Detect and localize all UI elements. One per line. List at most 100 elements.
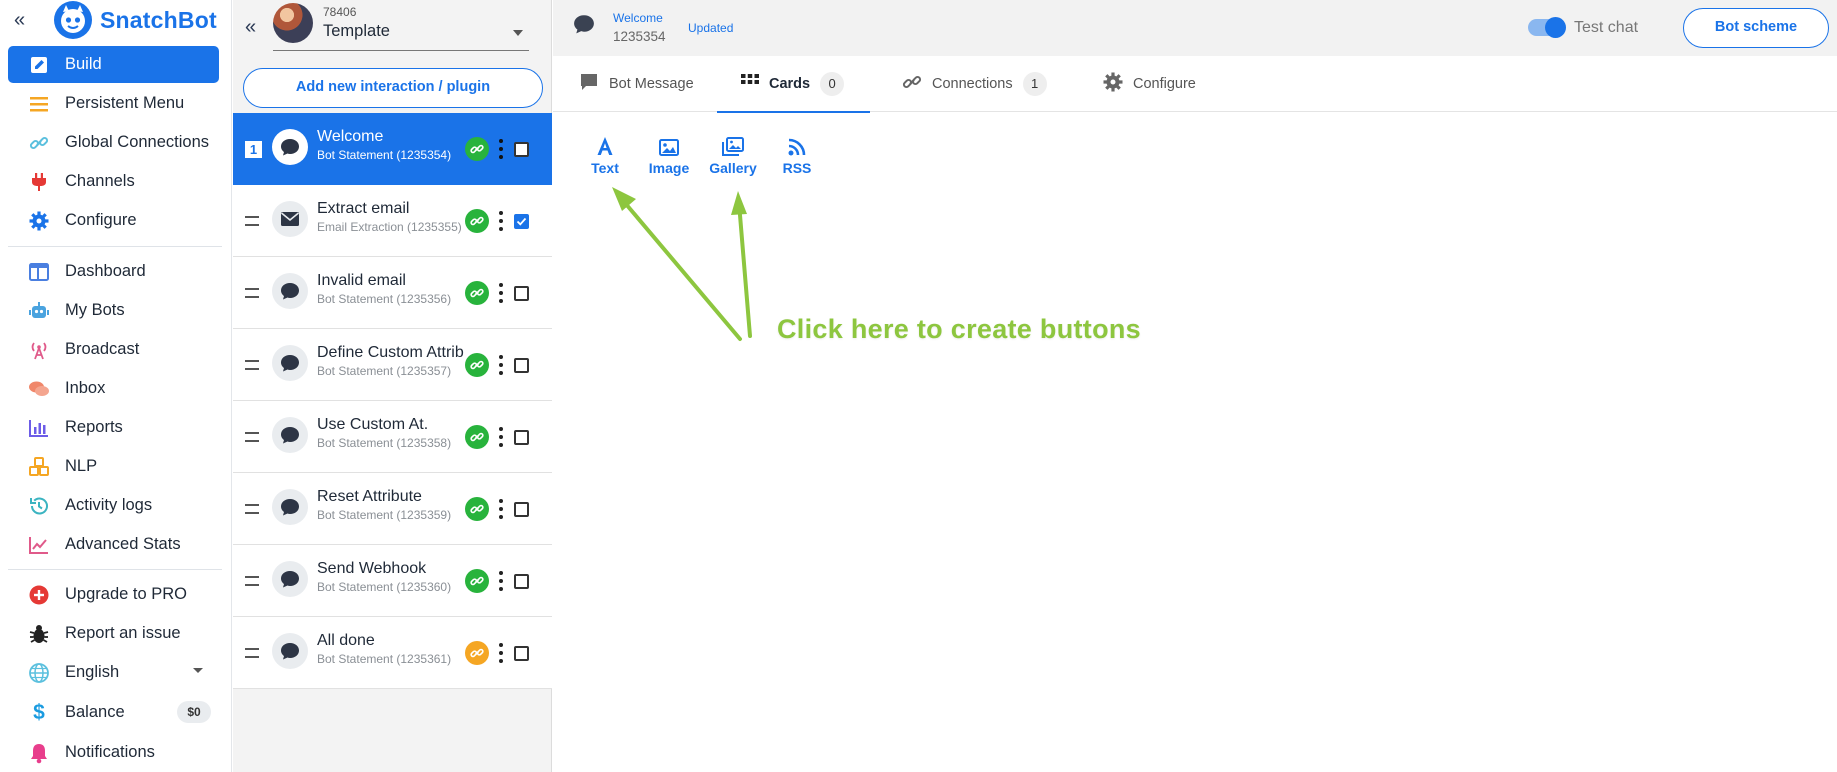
- double-chevron-left-icon[interactable]: «: [245, 16, 256, 39]
- link-icon[interactable]: [465, 353, 489, 377]
- bot-select[interactable]: Template: [323, 22, 390, 41]
- sidebar-item-configure[interactable]: Configure: [8, 202, 219, 239]
- sidebar-item-global-connections[interactable]: Global Connections: [8, 124, 219, 161]
- sidebar-item-persistent-menu[interactable]: Persistent Menu: [8, 85, 219, 122]
- double-chevron-left-icon[interactable]: «: [14, 8, 34, 32]
- drag-handle-icon[interactable]: [245, 576, 259, 586]
- drag-handle-icon[interactable]: [245, 360, 259, 370]
- drag-handle-icon[interactable]: [245, 648, 259, 658]
- bot-scheme-button[interactable]: Bot scheme: [1683, 8, 1829, 48]
- sidebar-item-report-issue[interactable]: Report an issue: [8, 615, 219, 652]
- list-item[interactable]: Send Webhook Bot Statement (1235360): [233, 545, 552, 617]
- link-icon[interactable]: [465, 281, 489, 305]
- sidebar-divider: [8, 246, 222, 247]
- bot-id: 78406: [323, 5, 357, 19]
- annotation-arrows: [612, 187, 752, 341]
- more-vertical-icon[interactable]: [499, 139, 503, 159]
- tab-connections[interactable]: Connections 1: [902, 56, 1047, 112]
- add-interaction-button[interactable]: Add new interaction / plugin: [243, 68, 543, 108]
- more-vertical-icon[interactable]: [499, 571, 503, 591]
- card-gallery-button[interactable]: Gallery: [701, 132, 765, 176]
- robot-icon: [27, 299, 51, 323]
- select-checkbox[interactable]: [514, 142, 529, 157]
- sidebar-item-my-bots[interactable]: My Bots: [8, 292, 219, 329]
- test-chat-toggle[interactable]: [1528, 17, 1566, 38]
- interaction-name: Reset Attribute: [317, 488, 422, 505]
- sidebar-item-nlp[interactable]: NLP: [8, 448, 219, 485]
- sidebar-item-reports[interactable]: Reports: [8, 409, 219, 446]
- save-status: Updated: [688, 21, 734, 35]
- select-checkbox[interactable]: [514, 502, 529, 517]
- link-icon[interactable]: [465, 137, 489, 161]
- order-badge: 1: [245, 141, 262, 158]
- drag-handle-icon[interactable]: [245, 432, 259, 442]
- list-item[interactable]: Reset Attribute Bot Statement (1235359): [233, 473, 552, 545]
- interaction-id: 1235354: [613, 29, 666, 44]
- brand-name[interactable]: SnatchBot: [100, 7, 217, 34]
- broadcast-icon: [27, 338, 51, 362]
- select-checkbox[interactable]: [514, 286, 529, 301]
- select-checkbox[interactable]: [514, 358, 529, 373]
- more-vertical-icon[interactable]: [499, 283, 503, 303]
- toggle-knob: [1545, 17, 1566, 38]
- sidebar-item-notifications[interactable]: Notifications: [8, 734, 219, 771]
- interaction-title[interactable]: Welcome: [613, 11, 663, 25]
- select-checkbox[interactable]: [514, 430, 529, 445]
- tab-label: Bot Message: [609, 76, 694, 92]
- interaction-type: Bot Statement (1235358): [317, 436, 452, 450]
- sidebar-item-dashboard[interactable]: Dashboard: [8, 253, 219, 290]
- sidebar-item-language[interactable]: English: [8, 654, 219, 691]
- arrow-head-gallery: [731, 191, 747, 215]
- list-item[interactable]: Define Custom Attrib Bot Statement (1235…: [233, 329, 552, 401]
- drag-handle-icon[interactable]: [245, 504, 259, 514]
- sidebar-item-build[interactable]: Build: [8, 46, 219, 83]
- plug-icon: [27, 170, 51, 194]
- tab-cards[interactable]: Cards 0: [717, 56, 870, 113]
- tab-bot-message[interactable]: Bot Message: [579, 56, 694, 112]
- list-item[interactable]: 1 Welcome Bot Statement (1235354): [233, 113, 552, 185]
- list-item[interactable]: All done Bot Statement (1235361): [233, 617, 552, 689]
- sidebar-item-upgrade-to-pro[interactable]: Upgrade to PRO: [8, 576, 219, 613]
- more-vertical-icon[interactable]: [499, 211, 503, 231]
- select-checkbox[interactable]: [514, 574, 529, 589]
- drag-handle-icon[interactable]: [245, 288, 259, 298]
- interaction-name: Welcome: [317, 128, 384, 145]
- bot-avatar: [273, 3, 313, 43]
- sidebar-item-label: Advanced Stats: [65, 535, 181, 553]
- more-vertical-icon[interactable]: [499, 427, 503, 447]
- card-rss-button[interactable]: RSS: [765, 132, 829, 176]
- plus-circle-icon: [27, 583, 51, 607]
- sidebar-item-inbox[interactable]: Inbox: [8, 370, 219, 407]
- link-icon[interactable]: [465, 425, 489, 449]
- interaction-type: Bot Statement (1235354): [317, 148, 452, 162]
- more-vertical-icon[interactable]: [499, 643, 503, 663]
- snatchbot-logo[interactable]: [53, 0, 93, 40]
- sidebar-item-label: Balance: [65, 703, 125, 721]
- list-item[interactable]: Use Custom At. Bot Statement (1235358): [233, 401, 552, 473]
- interaction-name: Extract email: [317, 200, 410, 217]
- sidebar-item-advanced-stats[interactable]: Advanced Stats: [8, 526, 219, 563]
- sidebar-item-label: Broadcast: [65, 340, 140, 358]
- list-item[interactable]: Extract email Email Extraction (1235355): [233, 185, 552, 257]
- select-checkbox[interactable]: [514, 214, 529, 229]
- sidebar-item-broadcast[interactable]: Broadcast: [8, 331, 219, 368]
- select-checkbox[interactable]: [514, 646, 529, 661]
- link-icon[interactable]: [465, 641, 489, 665]
- more-vertical-icon[interactable]: [499, 499, 503, 519]
- cubes-icon: [27, 455, 51, 479]
- tab-configure[interactable]: Configure: [1103, 56, 1196, 112]
- card-text-button[interactable]: Text: [573, 132, 637, 176]
- link-icon[interactable]: [465, 497, 489, 521]
- sidebar-item-channels[interactable]: Channels: [8, 163, 219, 200]
- envelope-icon: [272, 201, 308, 237]
- card-image-button[interactable]: Image: [637, 132, 701, 176]
- more-vertical-icon[interactable]: [499, 355, 503, 375]
- sidebar-item-activity-logs[interactable]: Activity logs: [8, 487, 219, 524]
- list-item[interactable]: Invalid email Bot Statement (1235356): [233, 257, 552, 329]
- sidebar-item-balance[interactable]: $ Balance $0: [8, 694, 219, 731]
- link-icon[interactable]: [465, 569, 489, 593]
- arrow-to-gallery: [737, 201, 752, 338]
- link-icon[interactable]: [465, 209, 489, 233]
- drag-handle-icon[interactable]: [245, 216, 259, 226]
- chevron-down-icon[interactable]: [513, 30, 523, 36]
